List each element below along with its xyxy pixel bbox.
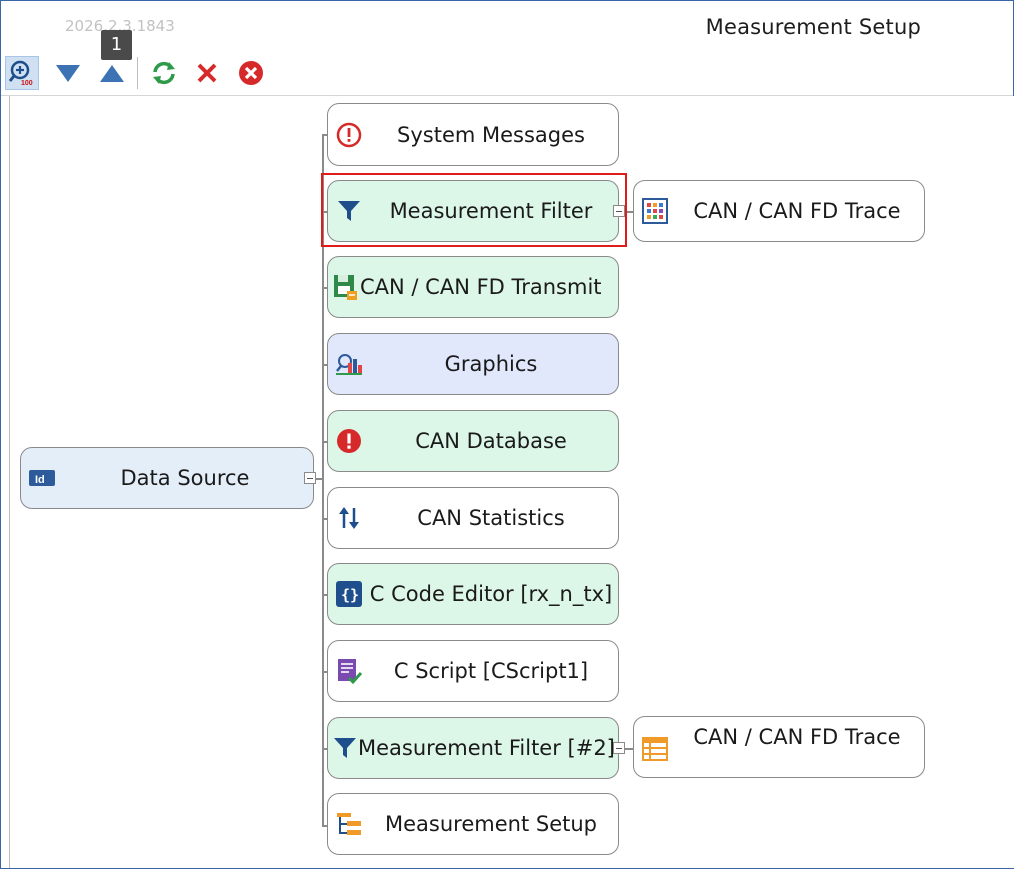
selection-highlight xyxy=(321,173,627,247)
node-label: CAN / CAN FD Trace xyxy=(693,199,901,223)
node-label: System Messages xyxy=(397,122,585,147)
node-measurement-filter-2[interactable]: Measurement Filter [#2] xyxy=(327,717,619,779)
node-can-database[interactable]: CAN Database xyxy=(327,410,619,472)
x-circle-icon xyxy=(239,61,263,85)
node-graphics[interactable]: Graphics xyxy=(327,333,619,395)
alert-circle-filled-icon xyxy=(334,426,364,456)
node-can-trace-2[interactable]: CAN / CAN FD Trace xyxy=(633,716,925,778)
svg-text:Id: Id xyxy=(35,474,45,486)
node-measurement-setup[interactable]: Measurement Setup xyxy=(327,793,619,855)
transmit-disk-icon xyxy=(332,272,360,302)
title-bar: 2026.2.3.1843 Measurement Setup xyxy=(1,1,1013,51)
toolbar-separator xyxy=(137,57,138,89)
tree-setup-icon xyxy=(334,809,364,839)
toolbar: 100 xyxy=(1,51,1013,96)
node-label: C Script [CScript1] xyxy=(393,659,589,683)
node-label: Graphics xyxy=(444,352,538,376)
cancel-button[interactable] xyxy=(234,56,268,90)
script-check-icon xyxy=(334,656,364,686)
node-label: CAN Database xyxy=(415,429,567,453)
refresh-icon xyxy=(153,61,175,85)
svg-text:{}: {} xyxy=(341,586,359,604)
node-label: CAN / CAN FD Transmit xyxy=(360,275,602,299)
node-can-trace[interactable]: CAN / CAN FD Trace xyxy=(633,180,925,242)
move-up-button[interactable] xyxy=(95,56,129,90)
id-badge-icon: Id xyxy=(27,463,57,493)
collapse-toggle[interactable] xyxy=(304,472,316,484)
node-label: Measurement Filter [#2] xyxy=(358,736,615,760)
color-grid-icon xyxy=(640,196,670,226)
node-can-statistics[interactable]: CAN Statistics xyxy=(327,487,619,549)
count-badge: 1 xyxy=(101,30,132,60)
node-c-script[interactable]: C Script [CScript1] xyxy=(327,640,619,702)
triangle-up-icon xyxy=(100,65,124,82)
node-label: Measurement Setup xyxy=(385,812,597,836)
node-label: CAN Statistics xyxy=(417,506,565,530)
node-c-code-editor[interactable]: {} C Code Editor [rx_n_tx] xyxy=(327,563,619,625)
funnel-icon xyxy=(332,733,358,763)
node-label: C Code Editor [rx_n_tx] xyxy=(369,582,613,606)
move-down-button[interactable] xyxy=(51,56,85,90)
node-can-transmit[interactable]: CAN / CAN FD Transmit xyxy=(327,256,619,318)
node-label: Data Source xyxy=(120,466,250,490)
node-data-source[interactable]: Id Data Source xyxy=(20,447,314,509)
sort-arrows-icon xyxy=(334,503,364,533)
triangle-down-icon xyxy=(56,65,80,82)
x-icon xyxy=(197,63,217,83)
window-title: Measurement Setup xyxy=(705,15,921,39)
measurement-setup-window: 2026.2.3.1843 Measurement Setup 1 100 Id… xyxy=(0,0,1014,869)
zoom-icon: 100 xyxy=(8,60,33,87)
collapse-toggle[interactable] xyxy=(613,742,625,754)
braces-icon: {} xyxy=(334,579,364,609)
zoom-level-label: 100 xyxy=(21,80,33,87)
node-label: CAN / CAN FD Trace xyxy=(693,725,901,749)
chart-icon xyxy=(334,349,364,379)
table-icon xyxy=(640,734,670,764)
alert-circle-outline-icon xyxy=(334,120,364,150)
delete-button[interactable] xyxy=(190,56,224,90)
zoom-100-button[interactable]: 100 xyxy=(5,56,39,90)
refresh-button[interactable] xyxy=(147,56,181,90)
node-system-messages[interactable]: System Messages xyxy=(327,103,619,166)
